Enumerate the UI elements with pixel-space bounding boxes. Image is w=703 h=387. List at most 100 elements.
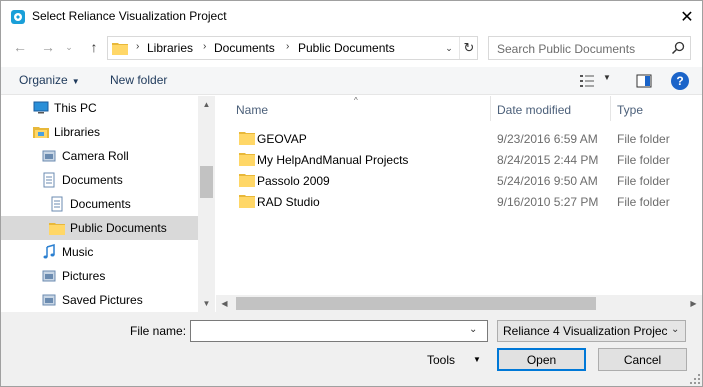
nav-item-camera-roll[interactable]: Camera Roll	[1, 144, 199, 168]
scroll-thumb[interactable]	[236, 297, 596, 310]
file-name: RAD Studio	[257, 195, 320, 209]
chevron-down-icon: ▼	[71, 77, 80, 86]
view-options-icon[interactable]	[579, 73, 595, 89]
sort-ascending-icon: ^	[354, 96, 358, 105]
bottom-panel: File name: ⌄ Reliance 4 Visualization Pr…	[1, 312, 702, 386]
chevron-down-icon: ⌄	[445, 42, 453, 53]
preview-pane-icon[interactable]	[636, 73, 652, 89]
breadcrumb-documents[interactable]: Documents	[214, 41, 275, 55]
folder-icon	[239, 174, 255, 187]
close-button[interactable]: ✕	[671, 2, 703, 31]
document-icon	[51, 196, 63, 212]
command-toolbar: Organize ▼ New folder ▼ ?	[1, 67, 702, 95]
chevron-down-icon: ⌄	[671, 324, 680, 335]
nav-item-public-documents[interactable]: Public Documents	[1, 216, 199, 240]
nav-item-this-pc[interactable]: This PC	[1, 96, 199, 120]
nav-item-documents[interactable]: Documents	[1, 192, 199, 216]
folder-icon	[49, 223, 65, 235]
file-type: File folder	[617, 195, 670, 209]
up-button[interactable]: ↑	[84, 37, 104, 57]
file-type: File folder	[617, 153, 670, 167]
column-divider[interactable]	[490, 96, 491, 121]
search-icon	[671, 41, 685, 55]
organize-label: Organize	[19, 73, 68, 87]
view-options-dropdown-icon[interactable]: ▼	[603, 73, 611, 82]
address-dropdown-button[interactable]: ⌄	[440, 37, 458, 59]
libraries-icon	[33, 127, 49, 138]
file-name-input[interactable]	[194, 324, 464, 338]
scroll-down-icon[interactable]: ▼	[198, 295, 215, 312]
cancel-button[interactable]: Cancel	[598, 348, 687, 371]
nav-label: This PC	[54, 101, 97, 115]
scroll-right-icon[interactable]: ▶	[685, 295, 702, 312]
window-title: Select Reliance Visualization Project	[32, 9, 227, 23]
file-type-select[interactable]: Reliance 4 Visualization Projects ⌄	[497, 320, 686, 342]
refresh-icon: ↻	[463, 40, 475, 55]
pc-icon	[33, 101, 49, 114]
file-name-label: File name:	[130, 324, 187, 338]
file-type: File folder	[617, 174, 670, 188]
close-icon: ✕	[680, 8, 694, 26]
scroll-left-icon[interactable]: ◀	[216, 295, 233, 312]
nav-item-documents-library[interactable]: Documents	[1, 168, 199, 192]
file-name: GEOVAP	[257, 132, 307, 146]
breadcrumb-public-documents[interactable]: Public Documents	[298, 41, 395, 55]
navigation-pane: This PC Libraries Camera Roll Documents …	[1, 96, 215, 312]
nav-item-music[interactable]: Music	[1, 240, 199, 264]
file-row[interactable]: GEOVAP 9/23/2016 6:59 AM File folder	[216, 128, 686, 149]
folder-icon	[239, 153, 255, 166]
nav-item-libraries[interactable]: Libraries	[1, 120, 199, 144]
file-date: 8/24/2015 2:44 PM	[497, 153, 599, 167]
tools-button[interactable]: Tools	[427, 353, 455, 367]
nav-pane-scrollbar[interactable]: ▲ ▼	[198, 96, 215, 312]
nav-label: Pictures	[62, 269, 106, 283]
file-type: File folder	[617, 132, 670, 146]
file-row[interactable]: Passolo 2009 5/24/2016 9:50 AM File fold…	[216, 170, 686, 191]
column-divider[interactable]	[610, 96, 611, 121]
file-date: 9/23/2016 6:59 AM	[497, 132, 598, 146]
file-list: ^ Name Date modified Type GEOVAP 9/23/20…	[216, 96, 702, 312]
title-bar: Select Reliance Visualization Project ✕	[1, 1, 702, 31]
file-name-combobox[interactable]: ⌄	[190, 320, 488, 342]
nav-item-pictures[interactable]: Pictures	[1, 264, 199, 288]
column-header-date-modified[interactable]: Date modified	[497, 103, 571, 117]
help-icon[interactable]: ?	[671, 72, 689, 90]
breadcrumb-separator: ›	[136, 41, 140, 52]
resize-grip-icon[interactable]	[689, 373, 701, 385]
folder-icon	[112, 43, 128, 55]
file-date: 5/24/2016 9:50 AM	[497, 174, 598, 188]
scroll-thumb[interactable]	[200, 166, 213, 198]
file-list-horizontal-scrollbar[interactable]: ◀ ▶	[216, 295, 702, 312]
nav-label: Libraries	[54, 125, 101, 139]
chevron-down-icon[interactable]: ⌄	[469, 324, 477, 335]
tools-dropdown-icon[interactable]: ▼	[473, 355, 481, 364]
file-row[interactable]: RAD Studio 9/16/2010 5:27 PM File folder	[216, 191, 686, 212]
documents-library-icon	[43, 172, 55, 188]
file-name: My HelpAndManual Projects	[257, 153, 409, 167]
open-button[interactable]: Open	[497, 348, 586, 371]
forward-button[interactable]: →	[38, 37, 58, 57]
scroll-up-icon[interactable]: ▲	[198, 96, 215, 113]
file-row[interactable]: My HelpAndManual Projects 8/24/2015 2:44…	[216, 149, 686, 170]
reliance-app-icon	[11, 10, 25, 24]
refresh-button[interactable]: ↻	[459, 37, 478, 59]
nav-label: Documents	[70, 197, 131, 211]
address-bar[interactable]: › Libraries › Documents › Public Documen…	[107, 36, 478, 60]
search-input[interactable]	[497, 41, 667, 56]
column-header-name[interactable]: Name	[236, 103, 268, 117]
library-icon	[42, 270, 56, 282]
recent-locations-button[interactable]: ⌄	[62, 37, 76, 57]
new-folder-button[interactable]: New folder	[110, 73, 167, 87]
library-icon	[42, 150, 56, 162]
column-header-type[interactable]: Type	[617, 103, 643, 117]
folder-icon	[239, 132, 255, 145]
back-button[interactable]: ←	[10, 37, 30, 57]
search-box[interactable]	[488, 36, 691, 60]
breadcrumb-separator: ›	[203, 41, 207, 52]
breadcrumb-separator: ›	[286, 41, 290, 52]
organize-button[interactable]: Organize ▼	[19, 73, 80, 87]
nav-item-saved-pictures[interactable]: Saved Pictures	[1, 288, 199, 312]
library-icon	[42, 294, 56, 306]
breadcrumb-libraries[interactable]: Libraries	[147, 41, 193, 55]
file-date: 9/16/2010 5:27 PM	[497, 195, 599, 209]
